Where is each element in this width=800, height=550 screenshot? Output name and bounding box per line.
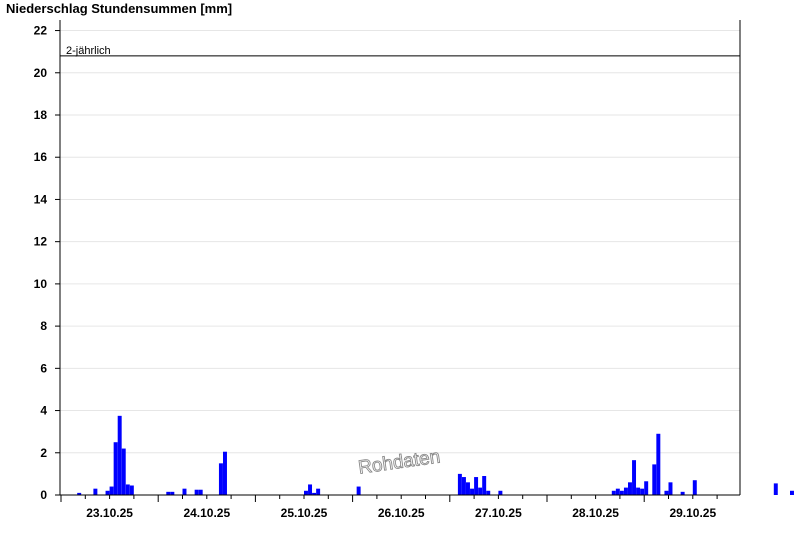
y-tick-label: 0 [40,488,47,502]
y-tick-label: 16 [34,150,48,164]
precip-bar [356,486,361,495]
y-tick-label: 20 [34,66,48,80]
precip-bar [640,488,645,495]
precip-bar [619,490,624,495]
y-tick-label: 10 [34,277,48,291]
precip-bar [121,448,126,495]
precip-bar [628,482,632,495]
precip-bar [668,482,673,495]
precip-bar [470,488,475,495]
precip-bar [218,463,223,495]
precip-bar [790,490,794,495]
precip-bar [478,487,483,495]
y-tick-label: 6 [40,361,47,375]
precip-bar [773,483,778,495]
precip-bar [466,482,470,495]
threshold-label: 2-jährlich [66,45,111,57]
y-tick-label: 18 [34,108,48,122]
precip-bar [316,488,321,495]
axes [59,20,741,496]
y-tick-label: 4 [40,404,47,418]
y-tick-label: 8 [40,319,47,333]
precip-bar [656,433,661,495]
precip-bar [632,460,637,495]
precip-bar [636,487,641,495]
grid [60,30,740,454]
precip-bar [664,490,669,495]
precip-bar [109,486,114,495]
y-tick-label: 22 [34,24,48,38]
precip-bar [129,485,134,495]
x-tick-label: 27.10.25 [475,506,522,520]
precip-bar [461,477,466,495]
precip-bar [194,489,199,495]
y-tick-label: 12 [34,235,48,249]
watermark-text: Rohdaten [357,446,442,478]
precip-bar [652,464,657,495]
overlay: Rohdaten [357,446,442,479]
precip-bar [105,490,110,495]
precip-bar [482,476,487,495]
precip-bar [498,490,503,495]
precip-bar [457,473,462,495]
precip-bar [623,487,628,495]
precip-bar [117,415,122,495]
precip-bar [644,481,649,495]
x-tick-label: 29.10.25 [669,506,716,520]
precip-bar [474,477,479,495]
x-tick-label: 26.10.25 [378,506,425,520]
precip-bar [198,489,203,495]
x-tick-label: 24.10.25 [183,506,230,520]
precip-bar [182,488,187,495]
precip-bar [93,488,98,495]
precip-bar [113,442,118,495]
precip-bar [486,490,491,495]
y-tick-label: 14 [34,192,48,206]
y-axis-ticks: 0 2 4 6 8 10 12 14 16 18 20 22 [34,24,60,502]
precipitation-chart: 2-jährlich 0246810121416182022 23.10.25 2… [34,20,794,520]
precip-bar [692,480,697,495]
x-axis-ticks: 23.10.25 24.10.25 25.10.25 26.10.25 27.10.25… [60,495,718,520]
precip-bar [615,488,620,495]
x-tick-label: 25.10.25 [281,506,328,520]
precip-bar [611,490,616,495]
precip-bar [308,484,313,495]
precip-bar [304,490,308,495]
x-tick-label: 23.10.25 [86,506,133,520]
y-tick-label: 2 [40,446,47,460]
threshold: 2-jährlich [60,45,740,57]
precip-bar [223,451,227,495]
precip-bar [125,484,130,495]
x-tick-label: 28.10.25 [572,506,619,520]
